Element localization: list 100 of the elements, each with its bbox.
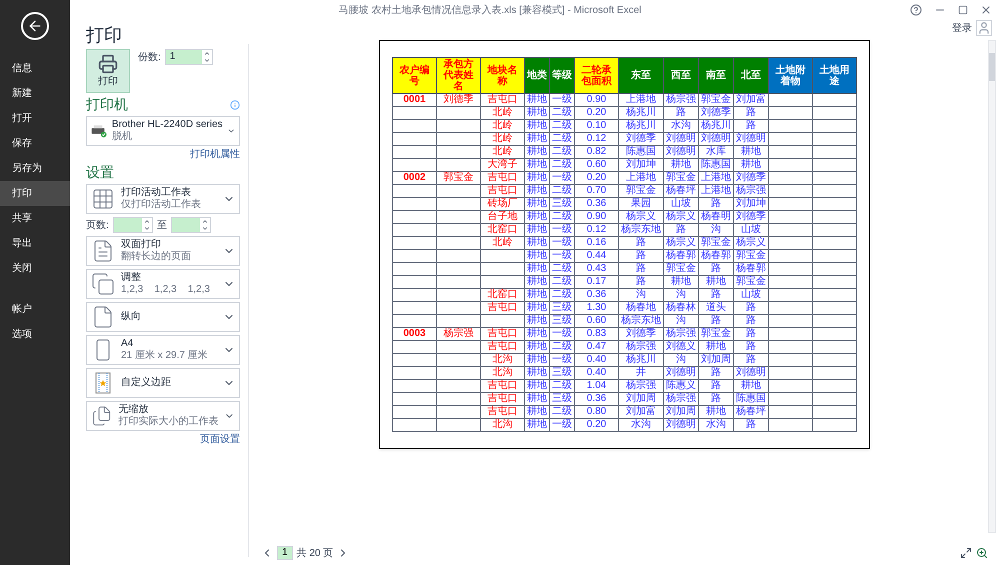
zoom-to-page-icon[interactable] [976,547,988,559]
table-cell: 耕地 [524,262,550,276]
copies-label: 份数: [138,50,161,64]
sidebar-item[interactable]: 导出 [0,231,70,256]
table-cell: 二级 [550,288,574,302]
table-cell: 吉屯口 [480,184,524,198]
print-setting-dropdown[interactable]: 无缩放 打印实际大小的工作表 [86,401,240,431]
column-header: 东至 [618,58,664,94]
table-cell: 路 [698,392,734,406]
number-spinner-field[interactable] [112,217,153,233]
sidebar-item[interactable]: 关闭 [0,256,70,281]
print-setting-dropdown[interactable]: 调整 1,2,3 1,2,3 1,2,3 [86,269,240,299]
table-cell: 耕地 [524,184,550,198]
info-icon[interactable] [230,100,240,110]
table-cell: 吉屯口 [480,392,524,406]
setting-title: 打印活动工作表 [121,187,192,198]
current-page-field[interactable]: 1 [277,546,293,560]
table-cell: 路 [734,340,768,354]
sidebar-item[interactable]: 帐户 [0,297,70,322]
table-cell: 耕地 [524,236,550,250]
table-cell: 三级 [550,314,574,328]
table-cell: 杨宗义 [664,210,698,224]
table-cell: 耕地 [524,328,550,340]
number-spinner-field[interactable] [170,217,211,233]
sidebar-item[interactable]: 共享 [0,206,70,231]
table-cell: 耕地 [664,158,698,172]
print-setting-dropdown[interactable]: 双面打印 翻转长边的页面 [86,236,240,266]
close-icon[interactable] [980,4,992,16]
column-header: 北至 [734,58,768,94]
table-cell: 沟 [664,288,698,302]
scrollbar-thumb[interactable] [989,53,995,81]
table-cell: 北岭 [480,146,524,158]
table-cell: 耕地 [698,276,734,288]
printer-name: Brother HL-2240D series [112,119,223,130]
table-cell: 三级 [550,366,574,380]
page-count: 共 20 页 [296,546,334,560]
sidebar-item[interactable]: 打开 [0,106,70,131]
sidebar-item[interactable]: 新建 [0,81,70,106]
table-cell: 二级 [550,276,574,288]
table-cell: 路 [618,250,664,262]
column-header: 土地用途 [812,58,856,94]
table-cell: 杨宗强 [664,94,698,106]
print-button[interactable]: 打印 [86,49,130,93]
table-cell: 刘德明 [664,418,698,432]
setting-subtitle: 打印实际大小的工作表 [118,416,218,428]
table-cell: 北沟 [480,366,524,380]
table-cell: 耕地 [524,406,550,418]
column-header: 承包方代表姓名 [436,58,480,94]
back-button[interactable] [21,12,49,40]
table-cell: 耕地 [524,198,550,210]
table-cell: 耕地 [524,276,550,288]
table-cell: 沟 [664,354,698,366]
table-cell: 陈惠义 [664,380,698,392]
sidebar-item[interactable]: 打印 [0,181,70,206]
maximize-icon[interactable] [958,5,968,15]
table-cell: 耕地 [524,210,550,224]
print-setting-dropdown[interactable]: A4 21 厘米 x 29.7 厘米 [86,335,240,365]
printer-properties-link[interactable]: 打印机属性 [190,149,240,161]
settings-heading: 设置 [86,164,115,181]
table-cell: 耕地 [524,418,550,432]
table-cell: 杨春地 [618,302,664,314]
table-cell: 水沟 [618,418,664,432]
table-cell: 路 [618,262,664,276]
table-cell: 杨兆川 [618,354,664,366]
table-cell: 路 [734,120,768,132]
print-setting-dropdown[interactable]: 打印活动工作表 仅打印活动工作表 [86,184,240,214]
sign-in-link[interactable]: 登录 [952,20,972,36]
table-cell: 路 [698,288,734,302]
print-setting-dropdown[interactable]: 纵向 [86,302,240,332]
sidebar-item[interactable]: 另存为 [0,156,70,181]
sheet-grid-icon [91,187,115,211]
page-setup-link[interactable]: 页面设置 [200,434,240,446]
table-cell: 二级 [550,158,574,172]
sidebar-item[interactable]: 选项 [0,322,70,347]
table-cell: 陈惠国 [698,158,734,172]
table-cell: 吉屯口 [480,328,524,340]
collate-pages-icon [91,272,115,296]
sidebar-item[interactable]: 保存 [0,131,70,156]
table-cell: 0002 [392,172,436,184]
table-cell: 郭宝金 [618,184,664,198]
table-cell: 二级 [550,210,574,224]
table-cell: 水沟 [664,120,698,132]
table-cell: 耕地 [734,146,768,158]
help-icon[interactable] [910,4,922,16]
table-cell: 耕地 [524,224,550,236]
column-header: 二轮承包面积 [574,58,618,94]
table-cell: 吉屯口 [480,172,524,184]
sidebar-item[interactable]: 信息 [0,56,70,81]
setting-subtitle: 仅打印活动工作表 [121,199,202,211]
table-cell: 一级 [550,172,574,184]
printer-dropdown[interactable]: Brother HL-2240D series 脱机 [86,116,240,146]
table-cell: 郭宝金 [698,328,734,340]
table-cell: 郭宝金 [664,172,698,184]
table-cell: 耕地 [524,314,550,328]
table-cell: 沟 [664,314,698,328]
number-spinner-field[interactable]: 1 [164,49,213,65]
table-cell: 路 [664,106,698,120]
window-title: 马腰坡 农村土地承包情况信息录入表.xls [兼容模式] - Microsoft Excel [338,4,642,18]
print-setting-dropdown[interactable]: 自定义边距 [86,368,240,398]
table-cell: 山坡 [734,288,768,302]
